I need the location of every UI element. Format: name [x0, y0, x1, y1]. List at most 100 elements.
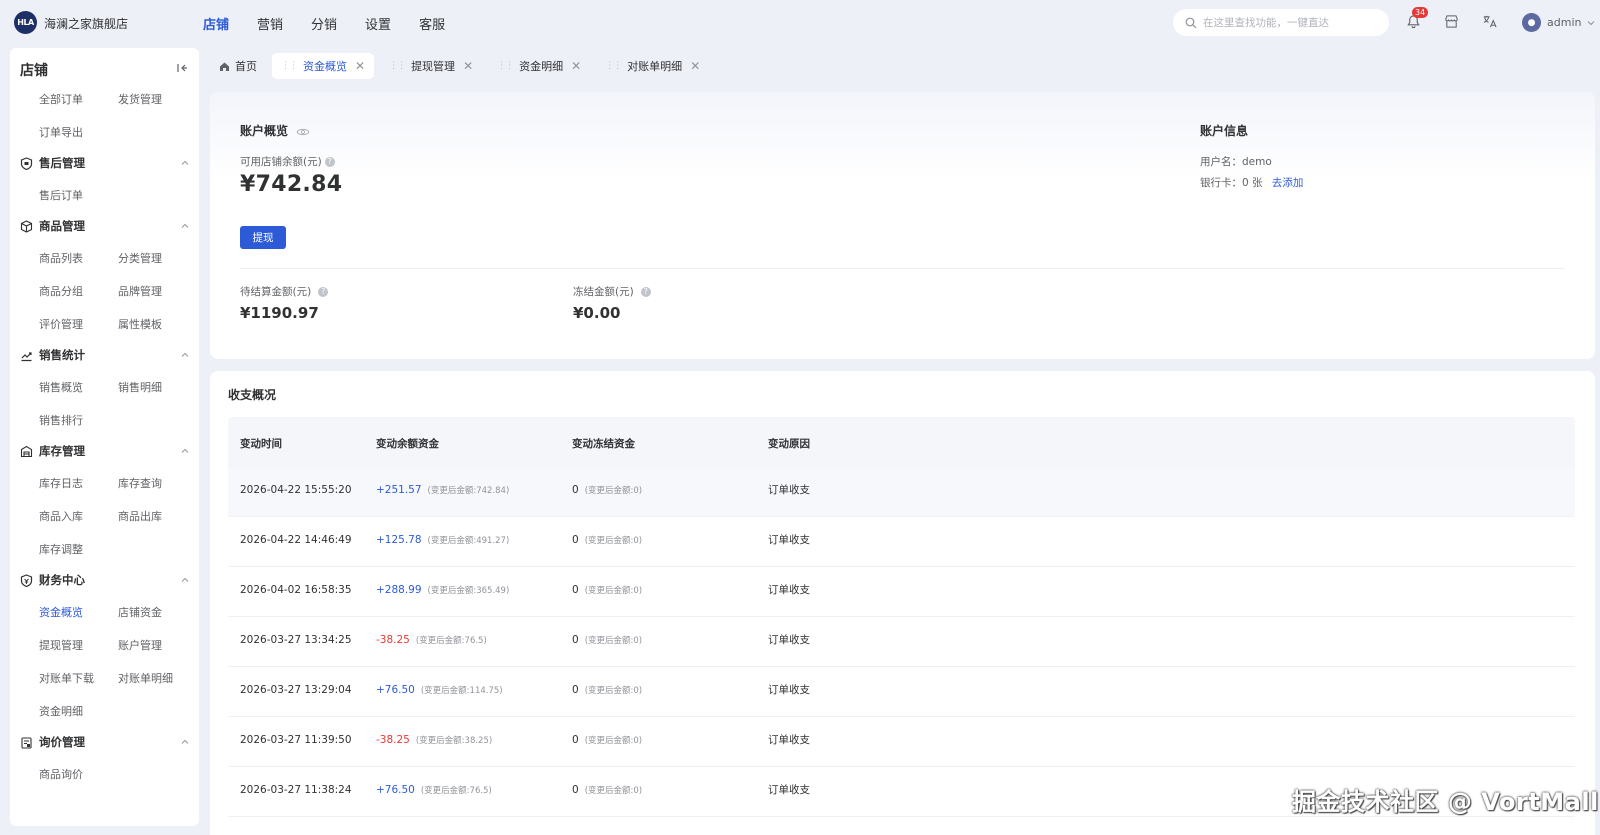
balance-change-amount: -38.25: [376, 634, 410, 646]
chevron-down-icon: [1588, 20, 1595, 25]
sidebar-item-sales-overview[interactable]: 销售概览: [39, 379, 83, 395]
table-row: 2026-03-27 13:34:25 -38.25 (变更后金额:76.5) 0 (变…: [228, 617, 1575, 667]
table-row: 2026-04-22 14:46:49 +125.78 (变更后金额:491.27)…: [228, 517, 1575, 567]
sidebar-group-inquiry[interactable]: 询价管理: [20, 734, 190, 750]
cell-frozen-change: 0 (变更后金额:0): [572, 584, 642, 596]
pending-amount: ¥1190.97: [240, 304, 319, 322]
sidebar-group-finance[interactable]: 财务中心: [20, 572, 190, 588]
top-nav-customer-service[interactable]: 客服: [419, 14, 445, 33]
overview-title: 账户概览: [240, 122, 310, 139]
finance-icon: [20, 573, 33, 587]
store-icon[interactable]: [1443, 13, 1459, 29]
sidebar-item-fund-detail[interactable]: 资金明细: [39, 703, 83, 719]
close-icon[interactable]: ✕: [690, 59, 700, 73]
drag-handle-icon[interactable]: ⋮⋮: [281, 61, 298, 71]
cell-reason: 订单收支: [768, 734, 810, 746]
sidebar-item-reviews[interactable]: 评价管理: [39, 316, 83, 332]
chevron-up-icon: [181, 223, 189, 228]
sidebar-item-product-inquiry[interactable]: 商品询价: [39, 766, 83, 782]
drag-handle-icon[interactable]: ⋮⋮: [389, 61, 406, 71]
chevron-up-icon: [181, 739, 189, 744]
search-input[interactable]: [1203, 16, 1383, 29]
cell-time: 2026-04-22 14:46:49: [240, 534, 352, 546]
close-icon[interactable]: ✕: [463, 59, 473, 73]
cell-balance-change: -38.25 (变更后金额:38.25): [376, 734, 492, 746]
help-icon[interactable]: ?: [324, 157, 335, 167]
tab-label: 提现管理: [411, 60, 456, 73]
sidebar-group-inventory[interactable]: 库存管理: [20, 443, 190, 459]
username: admin: [1547, 16, 1582, 29]
sidebar-group-sales-stats[interactable]: 销售统计: [20, 347, 190, 363]
sidebar-item-after-sales-orders[interactable]: 售后订单: [39, 187, 83, 203]
tab-fund-overview[interactable]: ⋮⋮ 资金概览 ✕: [272, 53, 375, 79]
sidebar-item-category[interactable]: 分类管理: [118, 250, 162, 266]
sidebar-title: 店铺: [20, 63, 48, 79]
sidebar-item-statement-detail[interactable]: 对账单明细: [118, 670, 173, 686]
balance-after: (变更后金额:742.84): [427, 486, 510, 496]
sidebar-item-stock-adjust[interactable]: 库存调整: [39, 541, 83, 557]
add-bank-card-link[interactable]: 去添加: [1272, 177, 1304, 189]
help-icon[interactable]: ?: [318, 287, 329, 297]
sidebar-item-sales-ranking[interactable]: 销售排行: [39, 412, 83, 428]
warehouse-icon: [20, 445, 33, 457]
balance-after: (变更后金额:491.27): [427, 536, 510, 546]
cell-balance-change: +76.50 (变更后金额:114.75): [376, 684, 503, 696]
sidebar-item-attr-template[interactable]: 属性模板: [118, 316, 162, 332]
chart-icon: [21, 351, 32, 361]
sidebar-item-stock-log[interactable]: 库存日志: [39, 475, 83, 491]
sidebar-item-product-list[interactable]: 商品列表: [39, 250, 83, 266]
sidebar-group-products[interactable]: 商品管理: [20, 218, 190, 234]
tab-label: 对账单明细: [627, 60, 683, 73]
top-nav-marketing[interactable]: 营销: [257, 14, 283, 33]
sidebar-item-product-group[interactable]: 商品分组: [39, 283, 83, 299]
shield-icon: [20, 156, 33, 170]
sidebar-item-stock-in[interactable]: 商品入库: [39, 508, 83, 524]
sidebar-item-order-export[interactable]: 订单导出: [39, 124, 83, 140]
sidebar-item-fund-overview[interactable]: 资金概览: [39, 604, 83, 620]
function-search[interactable]: [1173, 9, 1389, 36]
sidebar-item-shop-funds[interactable]: 店铺资金: [118, 604, 162, 620]
sidebar-item-all-orders[interactable]: 全部订单: [39, 91, 83, 107]
sidebar-group-after-sales[interactable]: 售后管理: [20, 155, 190, 171]
frozen-after: (变更后金额:0): [584, 786, 643, 796]
sidebar-item-sales-detail[interactable]: 销售明细: [118, 379, 162, 395]
user-menu[interactable]: ● admin: [1522, 13, 1595, 32]
sidebar-item-account-manage[interactable]: 账户管理: [118, 637, 162, 653]
drag-handle-icon[interactable]: ⋮⋮: [605, 61, 622, 71]
balance-after: (变更后金额:76.5): [420, 786, 492, 796]
notification-bell-icon[interactable]: 34: [1405, 7, 1429, 29]
shop-logo[interactable]: HLA: [14, 11, 37, 34]
cell-balance-change: +76.50 (变更后金额:76.5): [376, 784, 492, 796]
top-nav-shop[interactable]: 店铺: [203, 14, 229, 33]
ledger-table: 变动时间 变动余额资金 变动冻结资金 变动原因 2026-04-22 15:55…: [228, 417, 1575, 817]
tab-home[interactable]: 首页: [210, 53, 266, 79]
close-icon[interactable]: ✕: [355, 59, 365, 73]
help-icon[interactable]: ?: [640, 287, 651, 297]
column-header-time: 变动时间: [240, 438, 282, 450]
sidebar-item-stock-query[interactable]: 库存查询: [118, 475, 162, 491]
tab-fund-detail[interactable]: ⋮⋮ 资金明细 ✕: [488, 53, 590, 79]
close-icon[interactable]: ✕: [571, 59, 581, 73]
balance-after: (变更后金额:365.49): [427, 586, 510, 596]
sidebar-item-stock-out[interactable]: 商品出库: [118, 508, 162, 524]
balance-change-amount: -38.25: [376, 734, 410, 746]
tab-statement-detail[interactable]: ⋮⋮ 对账单明细 ✕: [596, 53, 709, 79]
balance-change-amount: +125.78: [376, 534, 422, 546]
top-nav-distribution[interactable]: 分销: [311, 14, 337, 33]
sidebar-item-shipping[interactable]: 发货管理: [118, 91, 162, 107]
table-row: 2026-04-22 15:55:20 +251.57 (变更后金额:742.84)…: [228, 467, 1575, 517]
sidebar-item-statement-download[interactable]: 对账单下载: [39, 670, 94, 686]
drag-handle-icon[interactable]: ⋮⋮: [497, 61, 514, 71]
frozen-change-amount: 0: [572, 734, 579, 746]
box-icon: [20, 219, 33, 233]
top-nav-settings[interactable]: 设置: [365, 14, 391, 33]
tab-withdraw-manage[interactable]: ⋮⋮ 提现管理 ✕: [380, 53, 482, 79]
sidebar-item-brand[interactable]: 品牌管理: [118, 283, 162, 299]
translate-icon[interactable]: [1481, 13, 1497, 29]
eye-icon[interactable]: [296, 127, 310, 137]
collapse-sidebar-icon[interactable]: [175, 61, 189, 75]
sidebar-item-withdraw-manage[interactable]: 提现管理: [39, 637, 83, 653]
withdraw-button[interactable]: 提现: [240, 226, 286, 249]
cell-frozen-change: 0 (变更后金额:0): [572, 484, 642, 496]
balance-label: 可用店铺余额(元)?: [240, 154, 335, 169]
